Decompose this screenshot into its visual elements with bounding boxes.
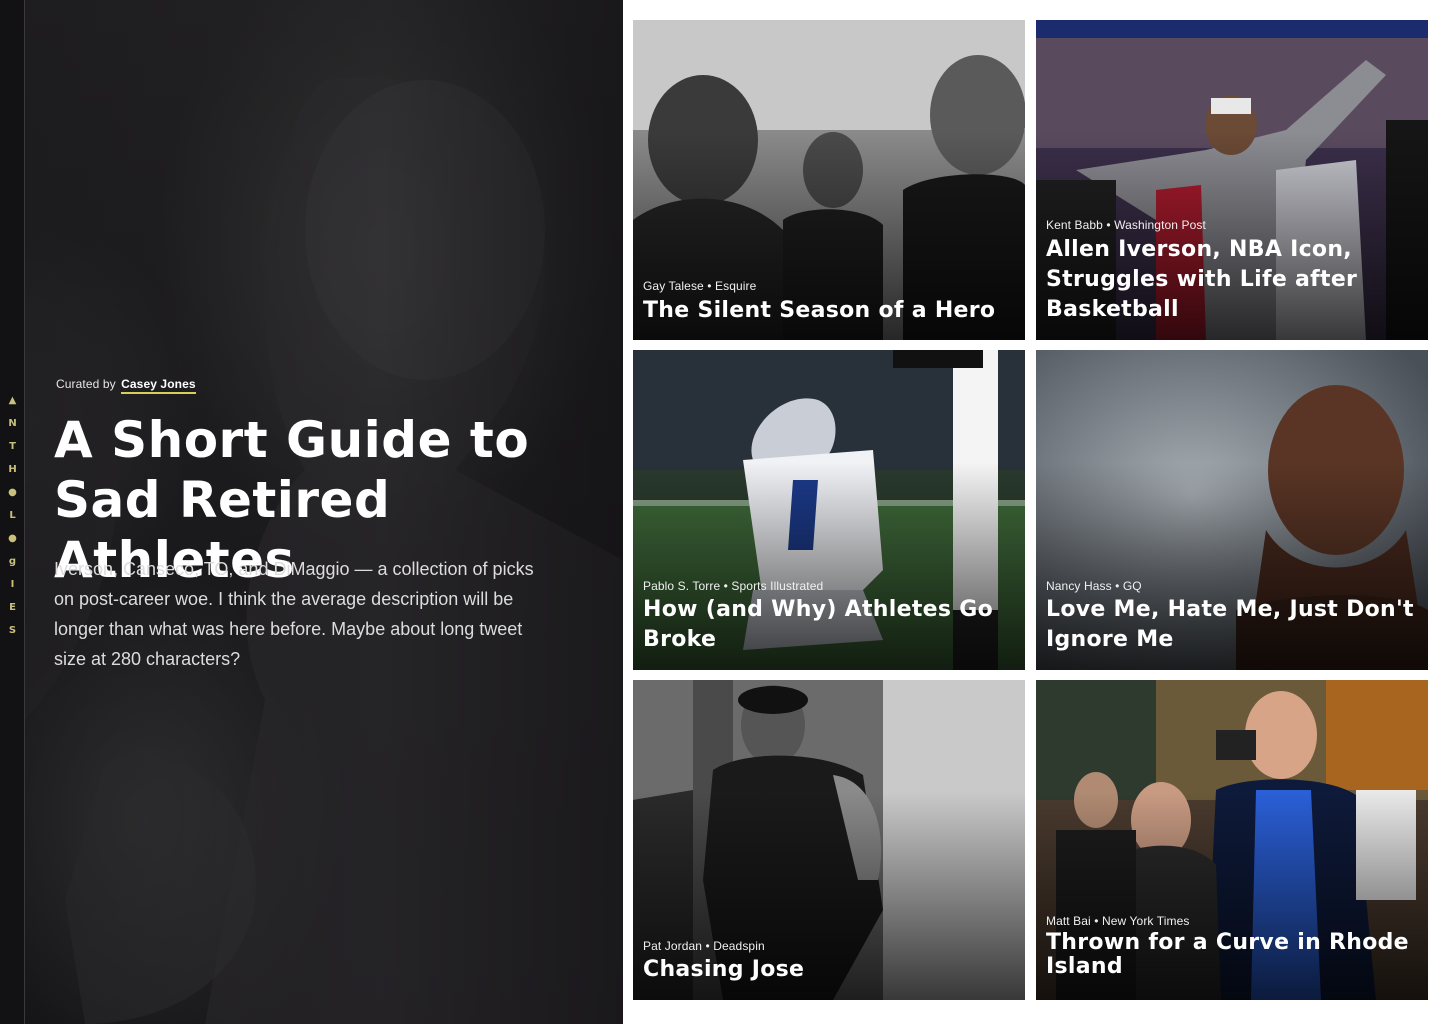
byline-separator: • — [723, 579, 728, 593]
rail-letter: T — [9, 441, 16, 452]
story-byline: Matt Bai • New York Times — [1046, 914, 1189, 928]
story-grid: Gay Talese • Esquire The Silent Season o… — [633, 20, 1428, 1000]
story-author: Pat Jordan — [643, 939, 703, 953]
rail-letter: ▲ — [8, 395, 17, 406]
story-byline: Gay Talese • Esquire — [643, 279, 756, 293]
story-title[interactable]: Love Me, Hate Me, Just Don't Ignore Me — [1046, 595, 1416, 655]
story-author: Kent Babb — [1046, 218, 1103, 232]
story-author: Pablo S. Torre — [643, 579, 721, 593]
rail-letter: E — [9, 602, 16, 613]
story-title[interactable]: Thrown for a Curve in Rhode Island — [1046, 931, 1416, 979]
story-byline: Pat Jordan • Deadspin — [643, 939, 765, 953]
story-publication: GQ — [1122, 579, 1142, 593]
story-publication: Sports Illustrated — [731, 579, 824, 593]
byline-separator: • — [1106, 218, 1111, 232]
byline-separator: • — [1094, 914, 1099, 928]
story-author: Nancy Hass — [1046, 579, 1112, 593]
story-author: Matt Bai — [1046, 914, 1091, 928]
story-card[interactable]: Kent Babb • Washington Post Allen Iverso… — [1036, 20, 1428, 340]
story-author: Gay Talese — [643, 279, 704, 293]
byline-separator: • — [1115, 579, 1120, 593]
rail-letter: H — [8, 464, 17, 475]
story-title[interactable]: Allen Iverson, NBA Icon, Struggles with … — [1046, 235, 1416, 325]
story-byline: Kent Babb • Washington Post — [1046, 218, 1206, 232]
story-byline: Pablo S. Torre • Sports Illustrated — [643, 579, 823, 593]
rail-letter: N — [8, 418, 17, 429]
rail-letter: g — [8, 556, 17, 567]
byline-separator: • — [705, 939, 710, 953]
brand-rail: ▲ N T H ● L ● g I E S — [0, 0, 25, 1024]
rail-letter: S — [8, 625, 17, 636]
collection-description: Iverson, Canseco, TO, and DiMaggio — a c… — [54, 559, 534, 669]
story-card[interactable]: Pablo S. Torre • Sports Illustrated How … — [633, 350, 1025, 670]
story-publication: Deadspin — [713, 939, 765, 953]
story-publication: Esquire — [715, 279, 757, 293]
rail-letter: L — [9, 510, 16, 521]
story-title[interactable]: How (and Why) Athletes Go Broke — [643, 595, 1013, 655]
story-publication: New York Times — [1102, 914, 1190, 928]
rail-letter: ● — [8, 487, 17, 498]
byline-separator: • — [707, 279, 712, 293]
story-card[interactable]: Nancy Hass • GQ Love Me, Hate Me, Just D… — [1036, 350, 1428, 670]
collection-hero: Curated by Casey Jones A Short Guide to … — [25, 0, 623, 1024]
rail-letter: I — [10, 579, 15, 590]
curated-by: Curated by Casey Jones — [56, 377, 196, 394]
story-card[interactable]: Pat Jordan • Deadspin Chasing Jose — [633, 680, 1025, 1000]
story-publication: Washington Post — [1114, 218, 1206, 232]
rail-letter: ● — [8, 533, 17, 544]
story-card[interactable]: Gay Talese • Esquire The Silent Season o… — [633, 20, 1025, 340]
anthologies-logo[interactable]: ▲ N T H ● L ● g I E S — [0, 389, 25, 642]
story-title[interactable]: The Silent Season of a Hero — [643, 296, 1013, 326]
curated-prefix: Curated by — [56, 377, 116, 391]
story-card[interactable]: Matt Bai • New York Times Thrown for a C… — [1036, 680, 1428, 1000]
story-title[interactable]: Chasing Jose — [643, 955, 1013, 985]
story-byline: Nancy Hass • GQ — [1046, 579, 1142, 593]
curator-link[interactable]: Casey Jones — [121, 377, 196, 394]
